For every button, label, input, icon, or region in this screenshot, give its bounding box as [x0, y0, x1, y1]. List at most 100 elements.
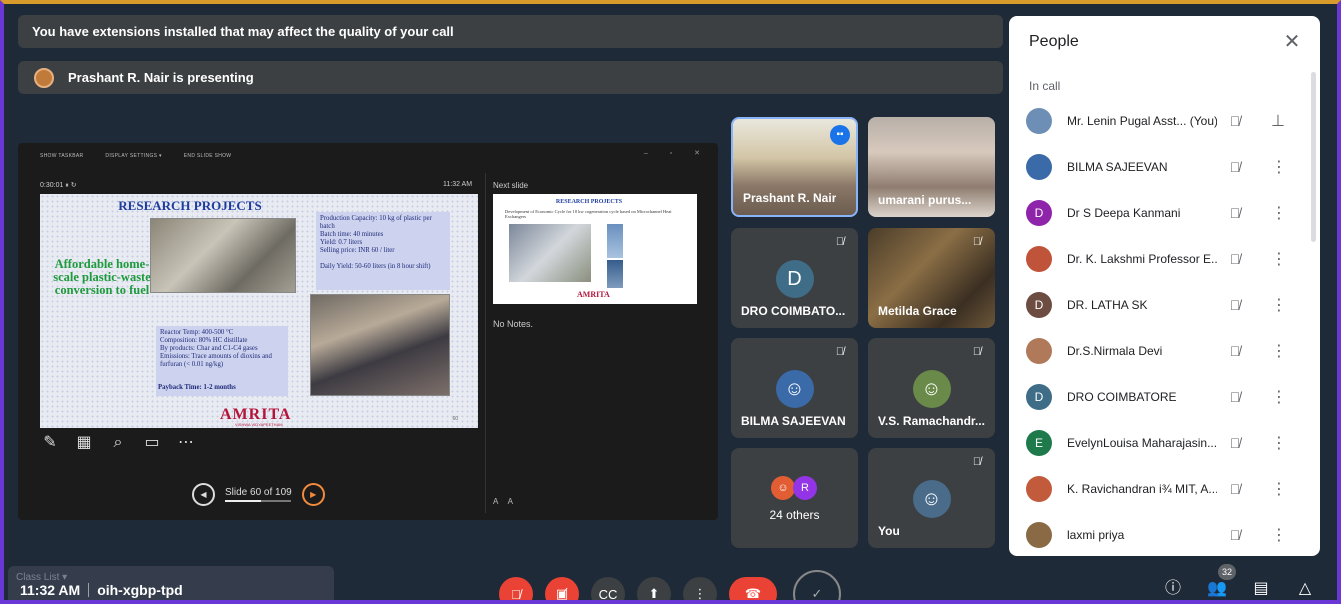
end-slide-show-button[interactable]: END SLIDE SHOW	[184, 153, 232, 159]
in-call-label: In call	[1029, 79, 1061, 93]
activities-icon[interactable]: △	[1294, 578, 1316, 600]
mic-off-icon[interactable]: 🎙̸	[499, 577, 533, 604]
self-tile[interactable]: 🎙̸ ☺ You	[868, 448, 995, 548]
close-icon[interactable]: ✕	[1280, 30, 1304, 54]
avatar: D	[775, 260, 814, 298]
chat-icon[interactable]: ▤	[1250, 578, 1272, 600]
zoom-icon[interactable]: ⌕	[108, 433, 128, 453]
meeting-info: 11:32 AM oih-xgbp-tpd	[20, 582, 183, 598]
avatar: D	[1026, 200, 1052, 226]
participant-tile[interactable]: umarani purus...	[868, 117, 995, 217]
more-vert-icon[interactable]: ⋮	[1271, 525, 1287, 545]
more-vert-icon[interactable]: ⋮	[1271, 479, 1287, 499]
info-icon[interactable]: ⓘ	[1162, 578, 1184, 600]
participant-row[interactable]: Dr.S.Nirmala Devi 🎙̸ ⋮	[1009, 328, 1309, 374]
participant-row[interactable]: Mr. Lenin Pugal Asst... (You) 🎙̸ ⊥	[1009, 98, 1309, 144]
checkmark-icon[interactable]: ✓	[793, 570, 841, 604]
camera-off-icon[interactable]: ▣̸	[545, 577, 579, 604]
participant-row[interactable]: D Dr S Deepa Kanmani 🎙̸ ⋮	[1009, 190, 1309, 236]
next-slide-preview[interactable]: RESEARCH PROJECTS Development of Economi…	[493, 194, 697, 304]
more-vert-icon[interactable]: ⋮	[1271, 249, 1287, 269]
font-size-adjust[interactable]: A A	[493, 497, 517, 506]
participant-name: DR. LATHA SK	[1067, 298, 1217, 312]
others-tile[interactable]: ☺ R 24 others	[731, 448, 858, 548]
next-slide-subtitle: Development of Economic Cycle for 10 kw …	[505, 209, 672, 219]
side-controls: ⓘ 👥 32 ▤ △	[1162, 564, 1316, 600]
see-all-slides-icon[interactable]: ▦	[74, 433, 94, 453]
participant-row[interactable]: BILMA SAJEEVAN 🎙̸ ⋮	[1009, 144, 1309, 190]
more-vert-icon[interactable]: ⋮	[1271, 203, 1287, 223]
participant-row[interactable]: K. Ravichandran i¾ MIT, A... 🎙̸ ⋮	[1009, 466, 1309, 512]
avatar	[1026, 246, 1052, 272]
mic-off-icon: 🎙̸	[835, 236, 845, 248]
participant-name-text: DR. LATHA SK	[1067, 298, 1148, 312]
captions-icon[interactable]: CC	[591, 577, 625, 604]
you-suffix: (You)	[1189, 114, 1217, 128]
more-vert-icon[interactable]: ⋮	[1271, 433, 1287, 453]
participant-name-text: EvelynLouisa Maharajasin...	[1067, 436, 1217, 450]
speaker-notes: No Notes.	[493, 319, 534, 329]
participant-name: umarani purus...	[878, 193, 972, 207]
avatar: R	[793, 476, 817, 500]
spec-line: Yield: 0.7 liters	[320, 239, 363, 246]
participant-tile[interactable]: 🎙̸ D DRO COIMBATO...	[731, 228, 858, 328]
participant-row[interactable]: D DR. LATHA SK 🎙̸ ⋮	[1009, 282, 1309, 328]
pen-icon[interactable]: ✎	[40, 433, 60, 453]
spec-line: By products: Char and C1-C4 gases	[160, 345, 258, 352]
next-slide-logo: AMRITA	[577, 290, 610, 299]
mic-off-icon: 🎙̸	[1229, 297, 1241, 313]
mic-off-icon: 🎙̸	[1229, 481, 1241, 497]
slide-green-heading: Affordable home-scale plastic-waste conv…	[53, 257, 151, 297]
spec-line: Reactor Temp: 400-500 °C	[160, 329, 234, 336]
spec-line: Emissions: Trace amounts of dioxins and …	[160, 353, 272, 368]
participant-tile[interactable]: ▪▪ Prashant R. Nair	[731, 117, 858, 217]
mic-off-icon: 🎙̸	[972, 456, 982, 468]
show-taskbar-button[interactable]: SHOW TASKBAR	[40, 153, 83, 159]
presenter-tools: ✎ ▦ ⌕ ▭ ⋯	[40, 433, 196, 453]
more-options-icon[interactable]: ⋯	[176, 433, 196, 453]
current-slide: RESEARCH PROJECTS Affordable home-scale …	[40, 194, 478, 428]
more-vert-icon[interactable]: ⋮	[1271, 295, 1287, 315]
next-slide-button[interactable]: ▶	[301, 483, 325, 506]
avatar: D	[1026, 292, 1052, 318]
participant-name: DRO COIMBATORE	[1067, 390, 1217, 404]
slide-counter: Slide 60 of 109	[225, 487, 292, 502]
participant-row[interactable]: Dr. K. Lakshmi Professor E... 🎙̸ ⋮	[1009, 236, 1309, 282]
more-vert-icon[interactable]: ⋮	[683, 577, 717, 604]
spec-line	[320, 255, 446, 263]
participant-name-text: Dr.S.Nirmala Devi	[1067, 344, 1163, 358]
more-vert-icon[interactable]: ⋮	[1271, 387, 1287, 407]
black-screen-icon[interactable]: ▭	[142, 433, 162, 453]
slide-title: RESEARCH PROJECTS	[118, 198, 262, 213]
more-vert-icon[interactable]: ⋮	[1271, 157, 1287, 177]
mic-off-icon: 🎙̸	[1229, 113, 1241, 129]
avatar: ☺	[771, 476, 795, 500]
participant-row[interactable]: E EvelynLouisa Maharajasin... 🎙̸ ⋮	[1009, 420, 1309, 466]
spec-line: Batch time: 40 minutes	[320, 231, 384, 238]
more-vert-icon[interactable]: ⋮	[1271, 341, 1287, 361]
mic-off-icon: 🎙̸	[1229, 343, 1241, 359]
avatar	[1026, 476, 1052, 502]
display-settings-button[interactable]: DISPLAY SETTINGS ▾	[105, 153, 161, 159]
window-controls[interactable]: – ▫ ✕	[644, 149, 710, 157]
meeting-code: oih-xgbp-tpd	[97, 582, 183, 598]
call-controls: 🎙̸ ▣̸ CC ⬆ ⋮ ☎ ✓	[499, 570, 841, 604]
slide-navigation: ◀ Slide 60 of 109 ▶	[192, 483, 325, 506]
reactor-photo	[150, 218, 296, 293]
participant-tile[interactable]: 🎙̸ Metilda Grace	[868, 228, 995, 328]
pin-icon[interactable]: ⊥	[1271, 111, 1285, 131]
people-icon[interactable]: 👥 32	[1206, 564, 1236, 600]
participant-tile[interactable]: 🎙̸ ☺ BILMA SAJEEVAN	[731, 338, 858, 438]
participant-row[interactable]: laxmi priya 🎙̸ ⋮	[1009, 512, 1309, 556]
participant-list: Mr. Lenin Pugal Asst... (You) 🎙̸ ⊥ BILMA SA…	[1009, 98, 1309, 556]
panel-scrollbar[interactable]	[1311, 72, 1316, 242]
participant-tile[interactable]: 🎙̸ ☺ V.S. Ramachandr...	[868, 338, 995, 438]
avatar	[1026, 108, 1052, 134]
participant-name: laxmi priya	[1067, 528, 1217, 542]
previous-slide-button[interactable]: ◀	[192, 483, 215, 506]
present-icon[interactable]: ⬆	[637, 577, 671, 604]
participant-row[interactable]: D DRO COIMBATORE 🎙̸ ⋮	[1009, 374, 1309, 420]
people-count-badge: 32	[1218, 564, 1236, 580]
mic-off-icon: 🎙̸	[1229, 205, 1241, 221]
end-call-icon[interactable]: ☎	[729, 577, 777, 604]
